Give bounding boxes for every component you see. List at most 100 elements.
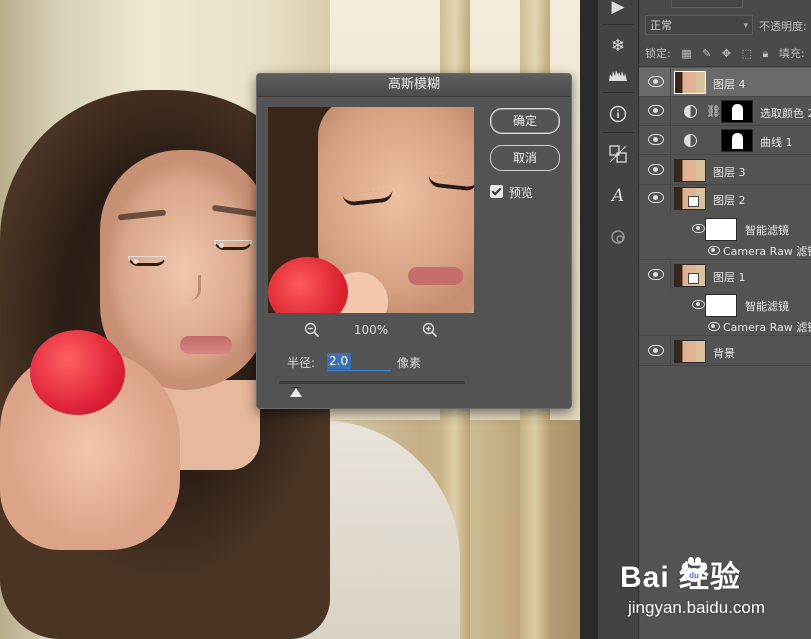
- slider-track[interactable]: [279, 381, 465, 384]
- row-divider: [670, 97, 671, 125]
- dialog-title[interactable]: 高斯模糊: [257, 74, 571, 97]
- blend-mode-value: 正常: [650, 19, 672, 32]
- opacity-label[interactable]: 不透明度:: [759, 18, 807, 34]
- visibility-eye-icon[interactable]: [692, 224, 705, 233]
- lock-label: 锁定:: [645, 47, 671, 60]
- visibility-eye-icon[interactable]: [692, 300, 705, 309]
- lock-position-icon[interactable]: ✥: [722, 47, 731, 60]
- row-divider: [670, 184, 671, 212]
- smart-object-icon: [688, 196, 699, 207]
- layer-row[interactable]: ⛓ 选取颜色 2: [639, 97, 811, 126]
- layer-mask-thumbnail[interactable]: [721, 129, 753, 152]
- histogram-icon[interactable]: [605, 62, 631, 88]
- layer-name: 图层 3: [713, 166, 746, 179]
- baidu-jingyan-watermark: Bai 经验 du jingyan.baidu.com: [620, 552, 810, 632]
- filter-row[interactable]: Camera Raw 滤镜: [639, 240, 811, 260]
- layers-panel: 正常 ▾ 不透明度: 锁定: ▦ ✎ ✥ ⬚ 🔒︎ 填充: 图层 4 ⛓ 选取颜…: [639, 0, 811, 639]
- photo-lips: [180, 336, 232, 354]
- lock-image-icon[interactable]: ✎: [702, 47, 711, 60]
- layer-filter-input[interactable]: [671, 0, 743, 8]
- visibility-eye-icon[interactable]: [648, 76, 664, 87]
- dock-divider: [602, 92, 634, 93]
- layer-row[interactable]: 背景: [639, 337, 811, 366]
- slider-thumb[interactable]: [289, 387, 302, 397]
- layer-name: 选取颜色 2: [760, 107, 811, 120]
- smart-object-icon: [688, 273, 699, 284]
- visibility-eye-icon[interactable]: [648, 134, 664, 145]
- radius-input[interactable]: [327, 352, 391, 371]
- photo-apple: [30, 330, 125, 415]
- checkbox-checked-icon[interactable]: [490, 185, 503, 198]
- radius-unit: 像素: [397, 356, 422, 370]
- adjustment-layer-icon[interactable]: [684, 105, 697, 118]
- layer-row[interactable]: 图层 1: [639, 261, 811, 289]
- filter-name: Camera Raw 滤镜: [723, 321, 811, 334]
- glyph-icon[interactable]: A: [605, 183, 631, 209]
- adjustment-layer-icon[interactable]: [684, 134, 697, 147]
- lock-row: 锁定: ▦ ✎ ✥ ⬚ 🔒︎ 填充:: [645, 45, 811, 61]
- transform-icon[interactable]: [605, 141, 631, 167]
- filter-mask-thumbnail[interactable]: [705, 294, 737, 317]
- preview-checkbox-label: 预览: [509, 186, 534, 200]
- dock-divider: [602, 132, 634, 133]
- row-divider: [639, 259, 811, 260]
- filter-row[interactable]: Camera Raw 滤镜: [639, 316, 811, 336]
- smart-filters-label: 智能滤镜: [745, 300, 789, 313]
- panel-dock: ▶ ❄ A: [598, 0, 639, 639]
- layer-name: 图层 4: [713, 78, 746, 91]
- radius-slider[interactable]: [279, 381, 465, 401]
- svg-text:du: du: [689, 571, 699, 580]
- visibility-eye-icon[interactable]: [708, 322, 720, 331]
- info-icon[interactable]: [605, 101, 631, 127]
- layer-row[interactable]: 曲线 1: [639, 126, 811, 155]
- layer-name: 图层 2: [713, 194, 746, 207]
- gaussian-blur-dialog: 高斯模糊 100% 半径: 像素 确定 取消 预览: [256, 73, 572, 409]
- row-divider: [639, 335, 811, 336]
- zoom-in-icon[interactable]: [422, 322, 440, 340]
- radius-label: 半径:: [287, 356, 316, 370]
- zoom-controls: 100%: [268, 322, 474, 340]
- dock-divider: [602, 24, 634, 25]
- ok-button[interactable]: 确定: [490, 108, 560, 134]
- photo-eye: [214, 240, 252, 250]
- layer-row[interactable]: 图层 2: [639, 184, 811, 212]
- layer-thumbnail[interactable]: [674, 340, 706, 363]
- layer-name: 图层 1: [713, 271, 746, 284]
- visibility-eye-icon[interactable]: [708, 246, 720, 255]
- filter-name: Camera Raw 滤镜: [723, 245, 811, 258]
- blend-mode-select[interactable]: 正常 ▾: [645, 15, 753, 35]
- photo-eye: [128, 256, 166, 266]
- layer-mask-thumbnail[interactable]: [721, 100, 753, 123]
- link-chain-icon[interactable]: ⛓: [706, 104, 721, 118]
- baidu-paw-icon: du: [681, 557, 708, 582]
- row-divider: [670, 337, 671, 365]
- snowflake-icon[interactable]: ❄: [605, 33, 631, 59]
- photo-nose: [180, 275, 201, 301]
- paths-icon[interactable]: [605, 224, 631, 250]
- filter-mask-thumbnail[interactable]: [705, 218, 737, 241]
- play-icon[interactable]: ▶: [605, 0, 631, 20]
- lock-all-icon[interactable]: 🔒︎: [762, 47, 768, 60]
- filter-preview[interactable]: [268, 107, 474, 313]
- layer-row[interactable]: 图层 3: [639, 156, 811, 185]
- visibility-eye-icon[interactable]: [648, 345, 664, 356]
- layer-row[interactable]: 图层 4: [639, 68, 811, 97]
- layers-panel-header: 正常 ▾ 不透明度: 锁定: ▦ ✎ ✥ ⬚ 🔒︎ 填充:: [639, 0, 811, 67]
- preview-lips: [408, 267, 463, 285]
- lock-artboard-icon[interactable]: ⬚: [742, 47, 752, 60]
- zoom-percent: 100%: [353, 323, 389, 337]
- lock-transparent-icon[interactable]: ▦: [681, 47, 691, 60]
- chevron-down-icon: ▾: [743, 21, 748, 31]
- visibility-eye-icon[interactable]: [648, 105, 664, 116]
- layer-name: 曲线 1: [760, 136, 793, 149]
- visibility-eye-icon[interactable]: [648, 164, 664, 175]
- row-divider: [670, 126, 671, 154]
- smart-filters-label: 智能滤镜: [745, 224, 789, 237]
- photo-face: [100, 150, 270, 390]
- cancel-button[interactable]: 取消: [490, 145, 560, 171]
- visibility-eye-icon[interactable]: [648, 192, 664, 203]
- layer-thumbnail[interactable]: [674, 159, 706, 182]
- visibility-eye-icon[interactable]: [648, 269, 664, 280]
- layer-thumbnail[interactable]: [674, 71, 706, 94]
- fill-label[interactable]: 填充:: [779, 47, 805, 60]
